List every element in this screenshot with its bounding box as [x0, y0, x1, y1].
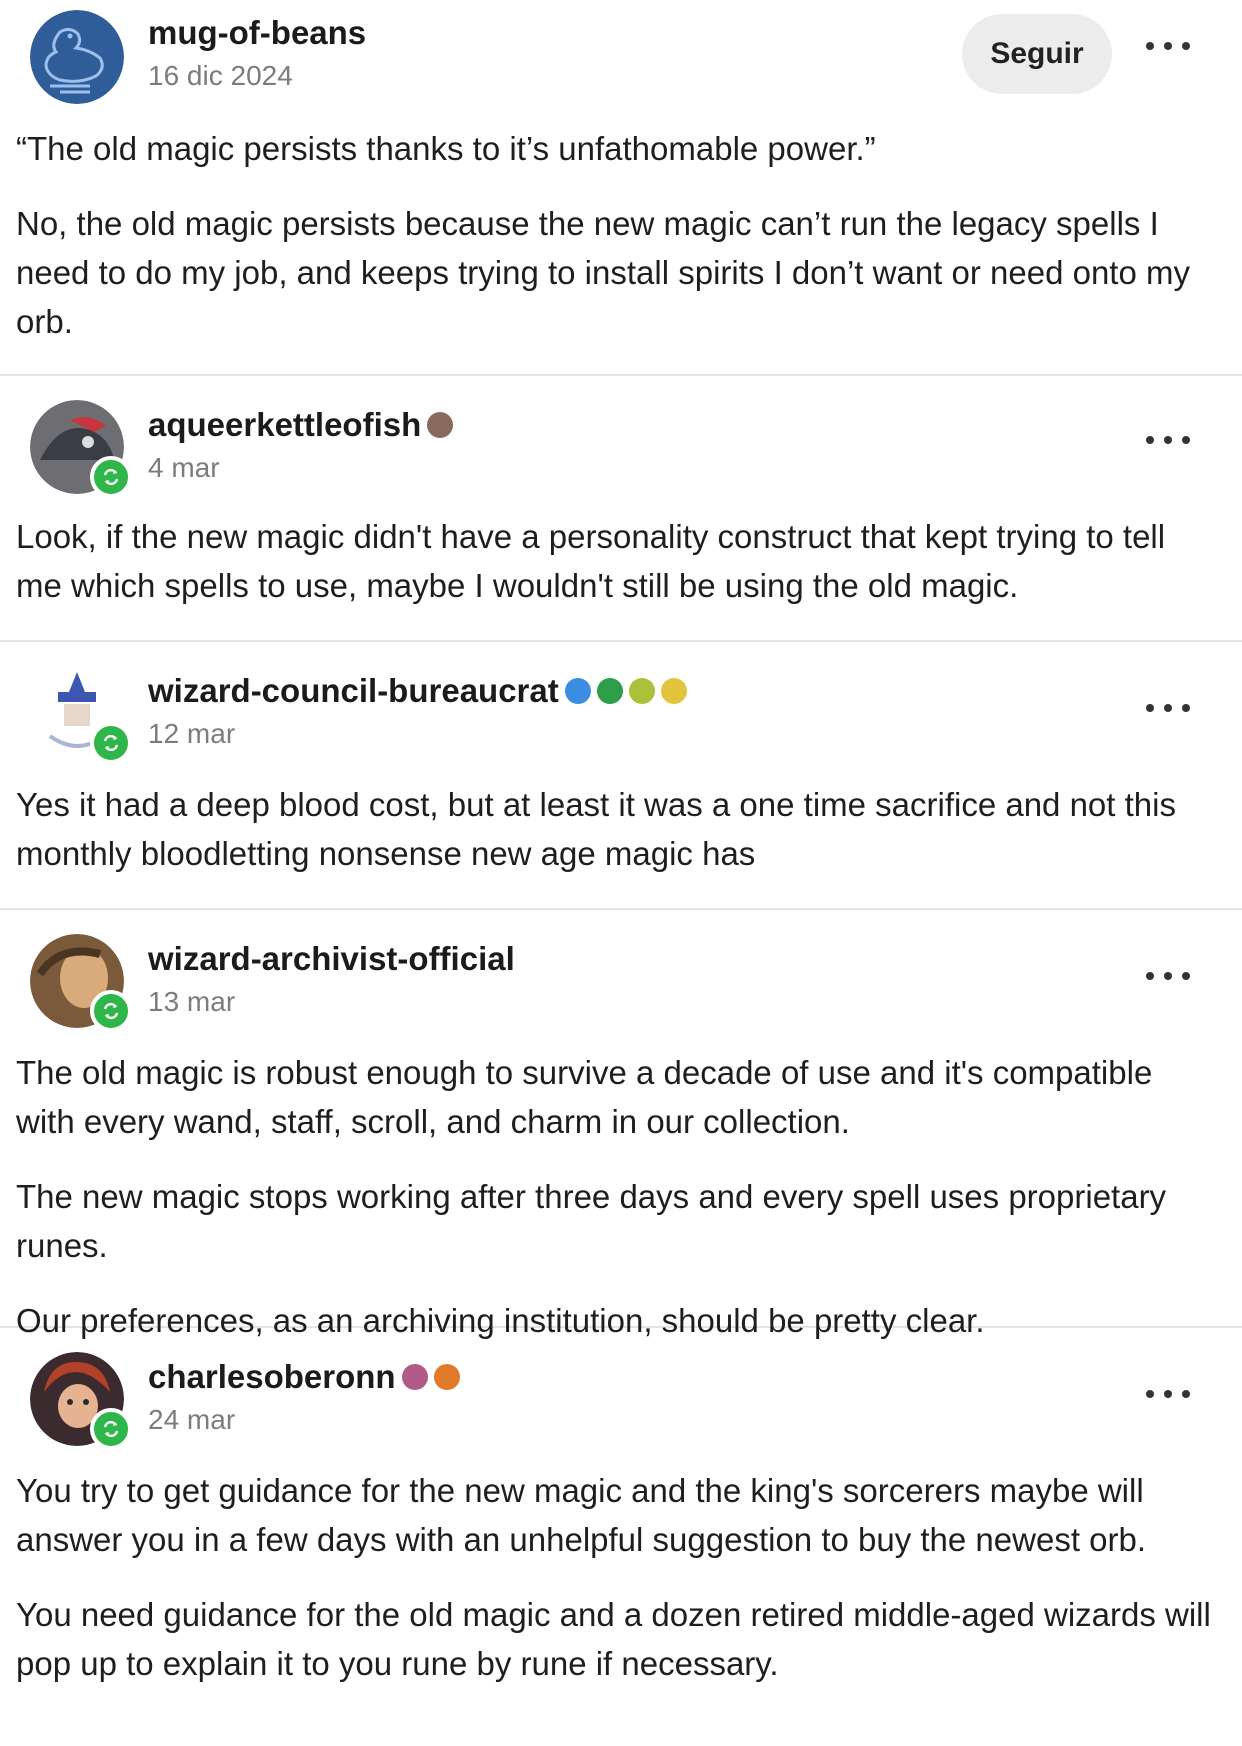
avatar[interactable] — [30, 400, 132, 498]
post-paragraph: You try to get guidance for the new magi… — [16, 1472, 1147, 1558]
post-paragraph: Look, if the new magic didn't have a per… — [16, 518, 1166, 604]
verified-blue-badge-icon — [564, 678, 591, 704]
reblog-icon — [90, 990, 132, 1032]
post: wizard-archivist-official 13 mar The old… — [0, 910, 1242, 1339]
duck-avatar-icon — [30, 10, 124, 104]
username[interactable]: wizard-council-bureaucrat — [148, 672, 559, 710]
more-options-icon[interactable] — [1146, 700, 1190, 716]
post-header: wizard-council-bureaucrat 12 mar — [16, 642, 1212, 774]
follow-button[interactable]: Seguir — [962, 14, 1112, 94]
verified-yellow-badge-icon — [660, 678, 687, 704]
post-date[interactable]: 12 mar — [148, 718, 235, 750]
bug-badge-icon — [401, 1364, 428, 1390]
post-paragraph: Yes it had a deep blood cost, but at lea… — [16, 786, 1176, 872]
username[interactable]: mug-of-beans — [148, 14, 366, 52]
avatar[interactable] — [30, 934, 132, 1032]
flower-badge-icon — [427, 412, 454, 438]
post-body: You try to get guidance for the new magi… — [16, 1466, 1212, 1688]
more-options-icon[interactable] — [1146, 432, 1190, 448]
verified-olive-badge-icon — [628, 678, 655, 704]
post-body: “The old magic persists thanks to it’s u… — [16, 124, 1212, 346]
post-body: Yes it had a deep blood cost, but at lea… — [16, 780, 1212, 878]
verified-green-badge-icon — [596, 678, 623, 704]
post-paragraph: The old magic is robust enough to surviv… — [16, 1054, 1153, 1140]
post: wizard-council-bureaucrat 12 mar Yes it … — [0, 642, 1242, 910]
avatar[interactable] — [30, 666, 132, 764]
post-header: wizard-archivist-official 13 mar — [16, 910, 1212, 1042]
orange-badge-icon — [433, 1364, 460, 1390]
post-paragraph: The new magic stops working after three … — [16, 1178, 1167, 1264]
post-paragraph: No, the old magic persists because the n… — [16, 205, 1190, 340]
avatar[interactable] — [30, 10, 124, 104]
more-options-icon[interactable] — [1146, 38, 1190, 54]
post-paragraph: “The old magic persists thanks to it’s u… — [16, 130, 876, 167]
avatar[interactable] — [30, 1352, 132, 1450]
post-date[interactable]: 16 dic 2024 — [148, 60, 293, 92]
reblog-icon — [90, 1408, 132, 1450]
post: charlesoberonn 24 mar You try to get gui… — [0, 1328, 1242, 1746]
post-date[interactable]: 4 mar — [148, 452, 220, 484]
post-date[interactable]: 24 mar — [148, 1404, 235, 1436]
post-header: mug-of-beans 16 dic 2024 Seguir — [16, 0, 1212, 110]
more-options-icon[interactable] — [1146, 968, 1190, 984]
username[interactable]: aqueerkettleofish — [148, 406, 421, 444]
username[interactable]: wizard-archivist-official — [148, 940, 515, 978]
reblog-icon — [90, 722, 132, 764]
reblog-thread: mug-of-beans 16 dic 2024 Seguir “The old… — [0, 0, 1242, 1746]
post-paragraph: You need guidance for the old magic and … — [16, 1596, 1211, 1682]
post-header: aqueerkettleofish 4 mar — [16, 376, 1212, 506]
reblog-icon — [90, 456, 132, 498]
post: mug-of-beans 16 dic 2024 Seguir “The old… — [0, 0, 1242, 376]
post-date[interactable]: 13 mar — [148, 986, 235, 1018]
post-header: charlesoberonn 24 mar — [16, 1328, 1212, 1460]
post-body: Look, if the new magic didn't have a per… — [16, 512, 1212, 610]
post: aqueerkettleofish 4 mar Look, if the new… — [0, 376, 1242, 642]
post-body: The old magic is robust enough to surviv… — [16, 1048, 1212, 1345]
more-options-icon[interactable] — [1146, 1386, 1190, 1402]
username[interactable]: charlesoberonn — [148, 1358, 396, 1396]
